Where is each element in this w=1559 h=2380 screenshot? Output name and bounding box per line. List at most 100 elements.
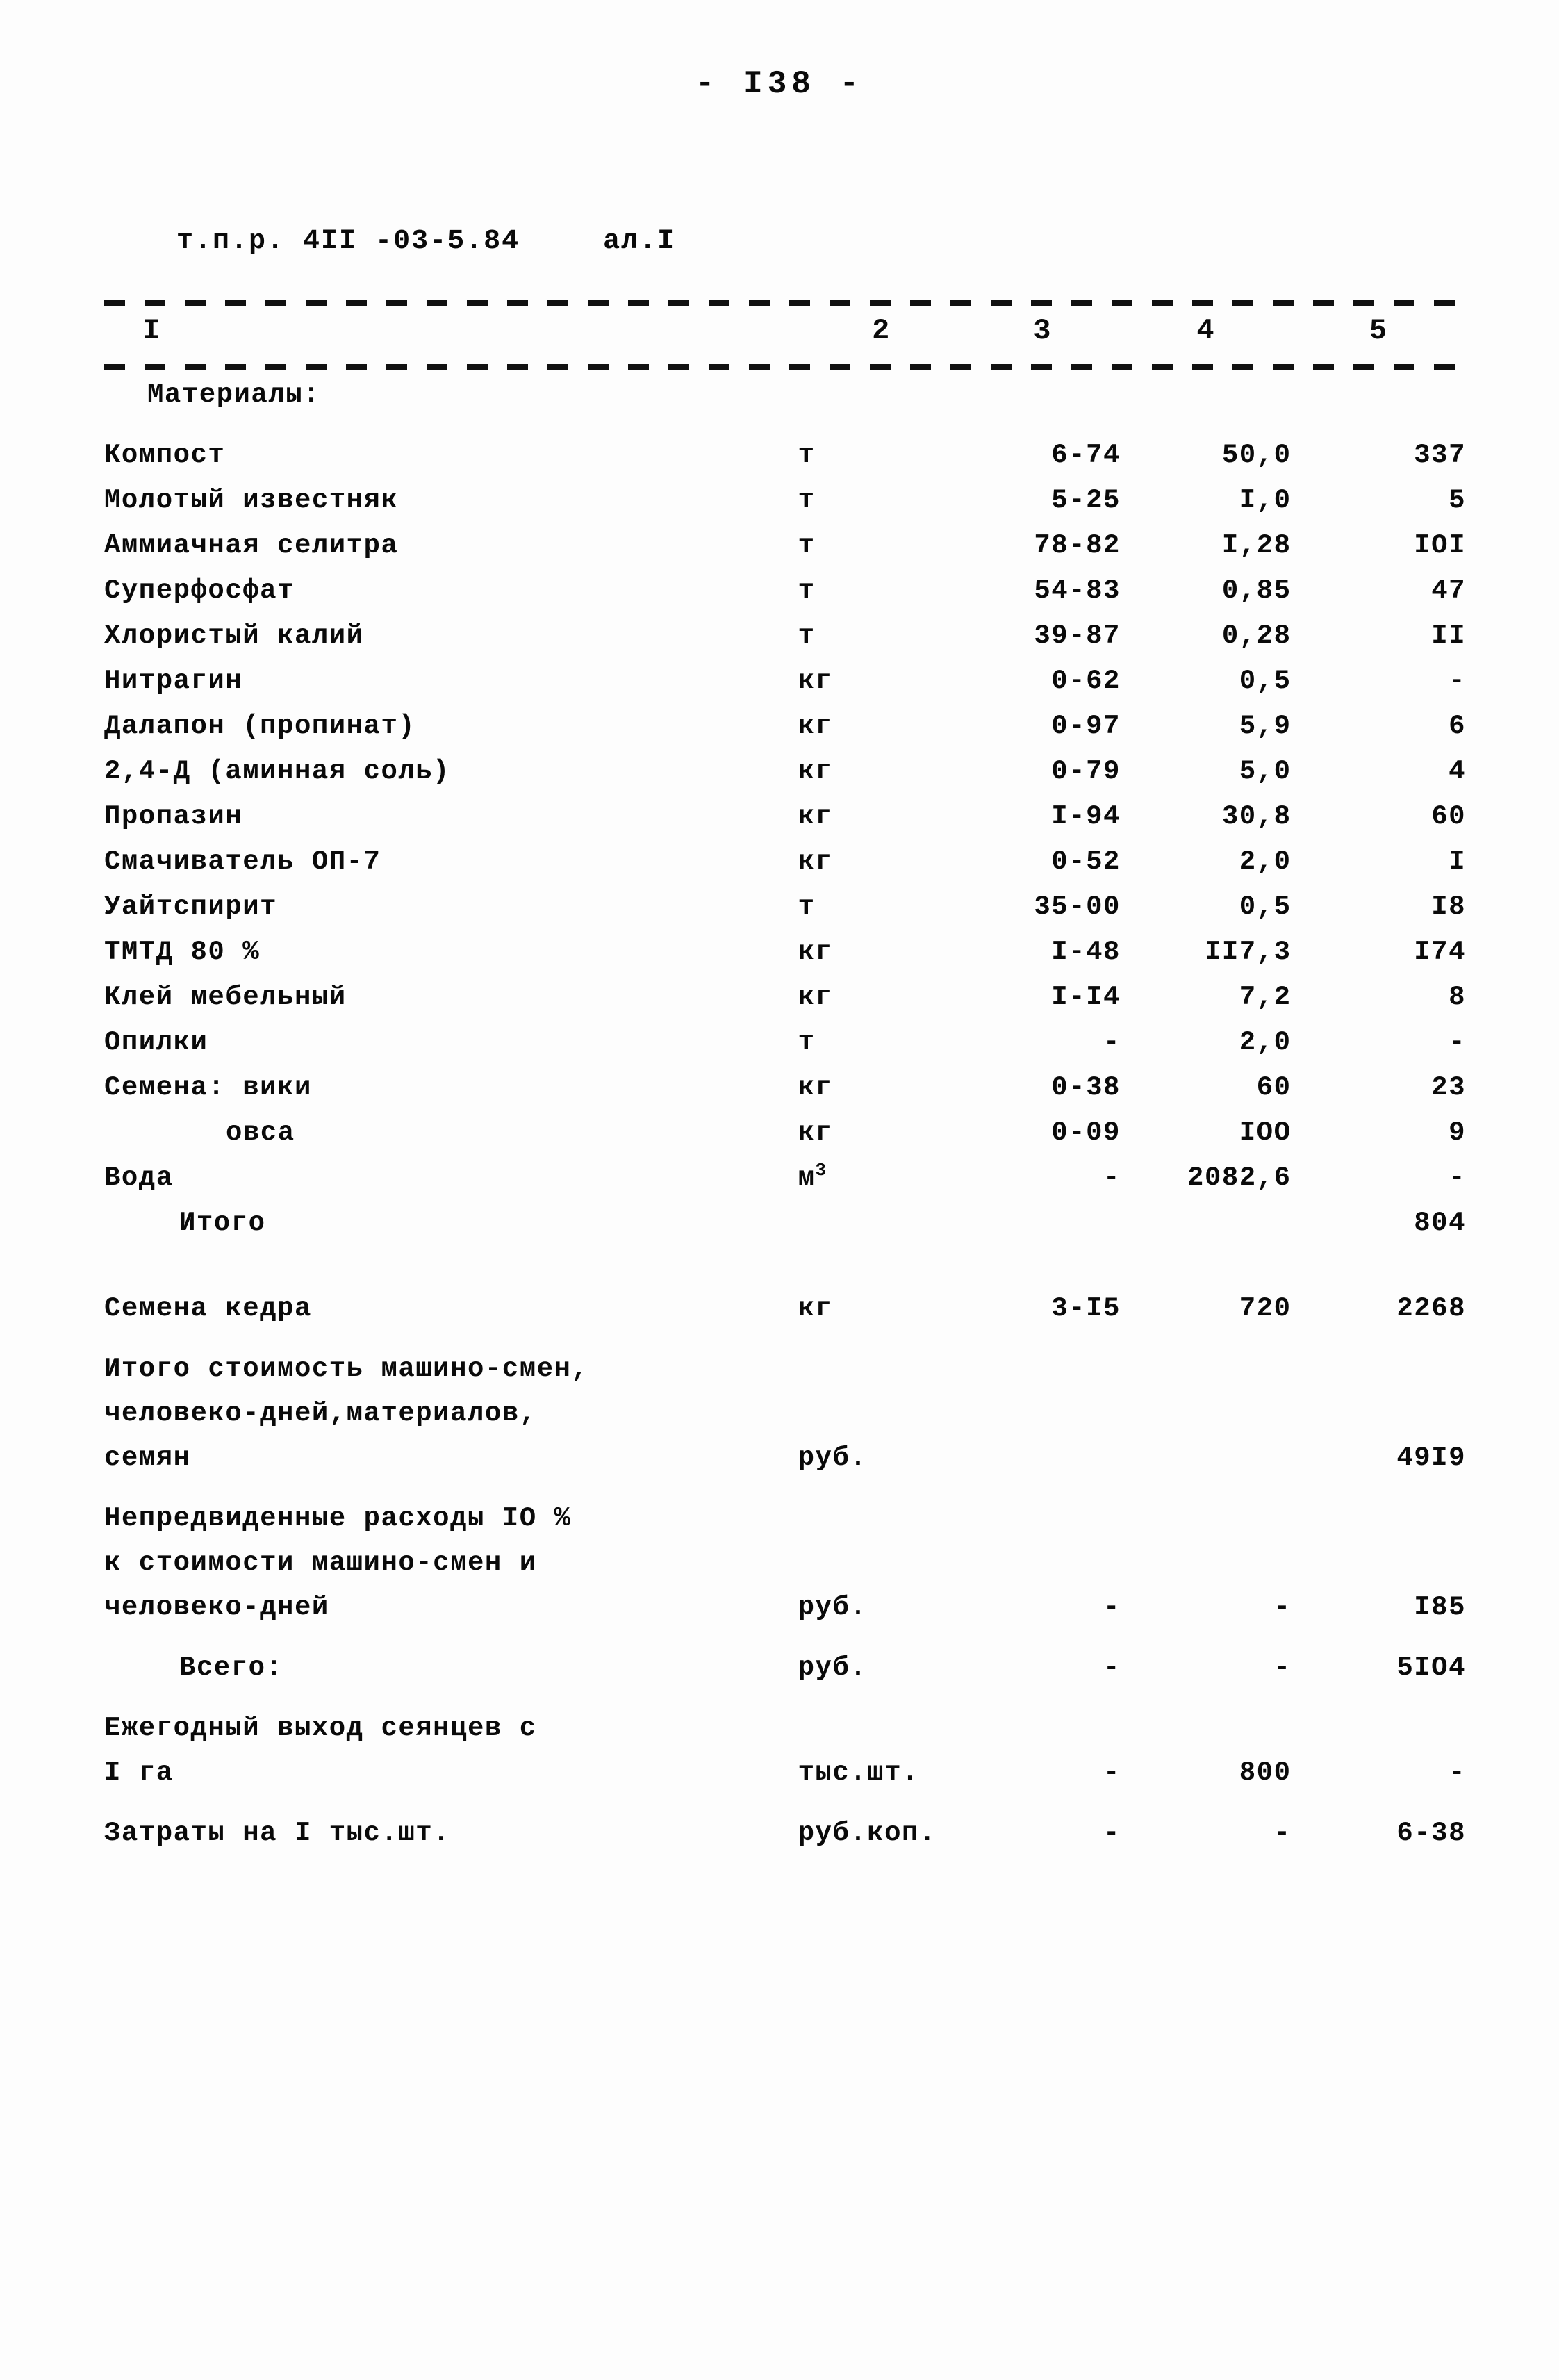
table-row-subtotal: Итого 804 <box>104 1210 1466 1255</box>
material-qty: 0,28 <box>1221 621 1292 651</box>
sheet-label: ал.I <box>603 226 676 257</box>
contingency-sum: I85 <box>1414 1592 1466 1623</box>
subtotal-sum: 804 <box>1414 1208 1466 1238</box>
col-number-1: I <box>142 314 161 347</box>
total-cost-text-1: Итого стоимость машино-смен, <box>104 1354 589 1384</box>
material-sum: I8 <box>1431 892 1466 922</box>
table-row: Хлористый калий т 39-87 0,28 II <box>104 623 1466 668</box>
material-qty: 0,85 <box>1221 575 1292 606</box>
material-sum: IOI <box>1414 530 1466 561</box>
cost-per-thousand-label: Затраты на I тыс.шт. <box>104 1818 451 1848</box>
material-price: 0-38 <box>1051 1072 1121 1103</box>
material-qty: I,28 <box>1221 530 1292 561</box>
material-sum: I <box>1449 846 1466 877</box>
cost-per-thousand-sum: 6-38 <box>1396 1818 1466 1848</box>
annual-yield-qty: 800 <box>1239 1757 1292 1788</box>
subtotal-price <box>964 1210 1121 1255</box>
material-qty: 2082,6 <box>1187 1163 1292 1193</box>
spacer <box>104 1255 1466 1295</box>
material-name: Семена: вики <box>104 1072 312 1103</box>
material-sum: 47 <box>1431 575 1466 606</box>
table-rule-top <box>104 300 1459 306</box>
material-qty: 2,0 <box>1239 846 1292 877</box>
table-row-cedar-seeds: Семена кедра кг 3-I5 720 2268 <box>104 1295 1466 1340</box>
annual-yield-text-1: Ежегодный выход сеянцев с <box>104 1713 537 1743</box>
material-qty: II7,3 <box>1204 937 1292 967</box>
grand-total-row: Всего: руб. - - 5IO4 <box>104 1655 1466 1700</box>
material-name: Вода <box>104 1163 174 1193</box>
material-unit: кг <box>798 666 833 696</box>
contingency-qty: - <box>1273 1592 1292 1623</box>
material-qty: 0,5 <box>1239 892 1292 922</box>
material-price: 35-00 <box>1034 892 1121 922</box>
subtotal-label: Итого <box>179 1208 266 1238</box>
cost-per-thousand-unit: руб.коп. <box>798 1818 937 1848</box>
total-cost-line-1: Итого стоимость машино-смен, <box>104 1356 1466 1400</box>
annual-yield-text-2: I га <box>104 1757 174 1788</box>
materials-section-title: Материалы: <box>147 379 321 410</box>
material-qty: 0,5 <box>1239 666 1292 696</box>
cedar-seeds-sum: 2268 <box>1396 1293 1466 1324</box>
material-sum: 8 <box>1449 982 1466 1012</box>
table-row-water: Вода м3 - 2082,6 - <box>104 1161 1466 1210</box>
material-name: Нитрагин <box>104 666 243 696</box>
material-sum: 60 <box>1431 801 1466 832</box>
material-unit: кг <box>798 1117 833 1148</box>
total-cost-price <box>964 1445 1121 1490</box>
material-sum: - <box>1449 666 1466 696</box>
material-unit: т <box>798 440 816 470</box>
material-name: Компост <box>104 440 226 470</box>
contingency-text-3: человеко-дней <box>104 1592 329 1623</box>
material-price: I-I4 <box>1051 982 1121 1012</box>
material-qty: 7,2 <box>1239 982 1292 1012</box>
contingency-text-2: к стоимости машино-смен и <box>104 1548 537 1578</box>
table-row: Уайтспирит т 35-00 0,5 I8 <box>104 894 1466 939</box>
material-price: I-48 <box>1051 937 1121 967</box>
material-unit: т <box>798 530 816 561</box>
cost-estimate-table: I 2 3 4 5 Материалы: Компост т 6-74 50,0 <box>104 316 1466 1865</box>
unit-base: м <box>798 1163 816 1193</box>
contingency-line-3: человеко-дней руб. - - I85 <box>104 1594 1466 1639</box>
table-row: Нитрагин кг 0-62 0,5 - <box>104 668 1466 713</box>
material-qty: IOO <box>1239 1117 1292 1148</box>
material-unit: кг <box>798 846 833 877</box>
material-price: 0-97 <box>1051 711 1121 741</box>
material-unit: кг <box>798 1072 833 1103</box>
grand-total-label: Всего: <box>179 1652 283 1683</box>
total-cost-sum: 49I9 <box>1396 1443 1466 1473</box>
contingency-line-1: Непредвиденные расходы IO % <box>104 1505 1466 1550</box>
material-unit: м3 <box>798 1161 965 1210</box>
contingency-unit: руб. <box>798 1592 868 1623</box>
cost-per-thousand-price: - <box>1103 1818 1121 1848</box>
page-number: - I38 - <box>695 66 864 102</box>
col-number-4: 4 <box>1196 314 1216 347</box>
material-qty: 5,9 <box>1239 711 1292 741</box>
material-qty: 2,0 <box>1239 1027 1292 1058</box>
total-cost-unit: руб. <box>798 1443 868 1473</box>
material-name: Уайтспирит <box>104 892 278 922</box>
annual-yield-price: - <box>1103 1757 1121 1788</box>
material-unit: т <box>798 485 816 516</box>
contingency-text-1: Непредвиденные расходы IO % <box>104 1503 572 1534</box>
material-qty: 60 <box>1256 1072 1292 1103</box>
material-name: овса <box>226 1117 295 1148</box>
table-row: 2,4-Д (аминная соль) кг 0-79 5,0 4 <box>104 758 1466 803</box>
material-sum: II <box>1431 621 1466 651</box>
material-sum: - <box>1449 1027 1466 1058</box>
table-row: Аммиачная селитра т 78-82 I,28 IOI <box>104 532 1466 577</box>
material-sum: 6 <box>1449 711 1466 741</box>
material-unit: т <box>798 621 816 651</box>
annual-yield-line-1: Ежегодный выход сеянцев с <box>104 1715 1466 1759</box>
table-row: Молотый известняк т 5-25 I,0 5 <box>104 487 1466 532</box>
material-price: - <box>1103 1027 1121 1058</box>
cedar-seeds-price: 3-I5 <box>1051 1293 1121 1324</box>
material-unit: кг <box>798 982 833 1012</box>
total-cost-text-3: семян <box>104 1443 191 1473</box>
material-price: 54-83 <box>1034 575 1121 606</box>
material-name: Смачиватель ОП-7 <box>104 846 381 877</box>
material-name: ТМТД 80 % <box>104 937 261 967</box>
material-price: - <box>1103 1163 1121 1193</box>
document-page: - I38 - т.п.р. 4II -03-5.84 ал.I I 2 3 4 … <box>0 0 1559 2380</box>
total-cost-line-2: человеко-дней,материалов, <box>104 1400 1466 1445</box>
material-name: Опилки <box>104 1027 208 1058</box>
